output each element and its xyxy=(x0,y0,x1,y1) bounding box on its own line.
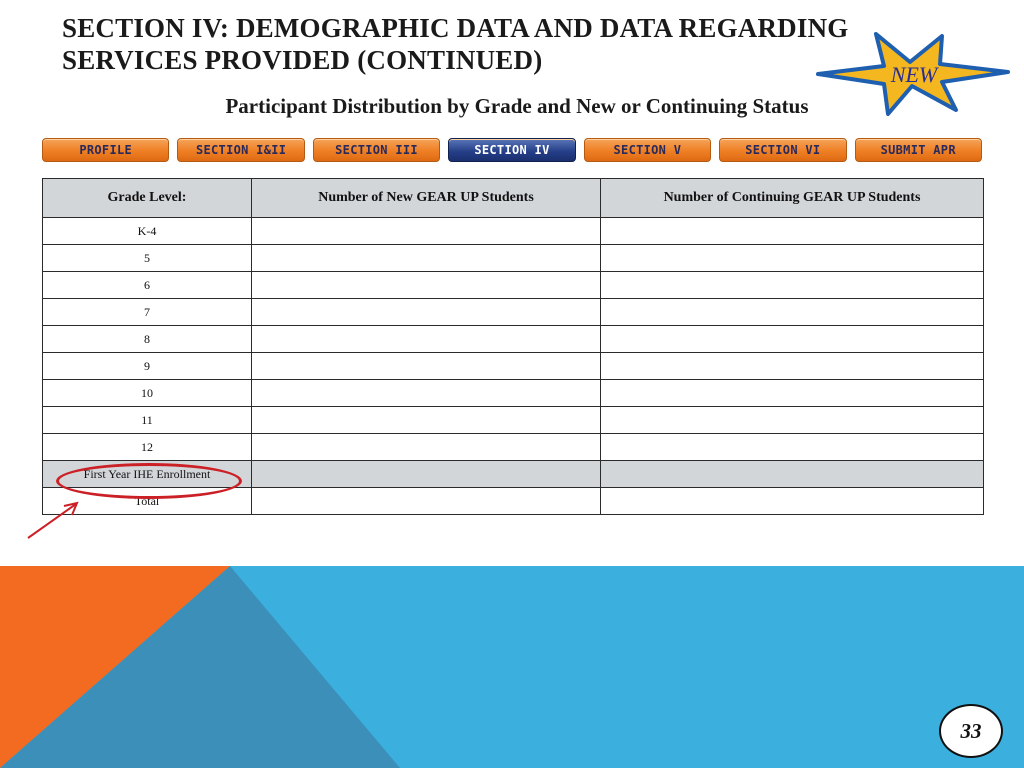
continuing-students-input-cell[interactable] xyxy=(600,352,984,380)
new-students-input-cell[interactable] xyxy=(251,325,601,353)
participant-distribution-table: Grade Level: Number of New GEAR UP Stude… xyxy=(42,178,984,515)
table-header-row: Grade Level: Number of New GEAR UP Stude… xyxy=(42,178,984,218)
continuing-students-input-cell[interactable] xyxy=(600,406,984,434)
table-row: 12 xyxy=(42,433,984,461)
continuing-students-input-cell[interactable] xyxy=(600,487,984,515)
tab-submit-apr[interactable]: SUBMIT APR xyxy=(854,138,982,162)
header-grade-level: Grade Level: xyxy=(42,178,252,218)
grade-level-cell: 9 xyxy=(42,352,252,380)
table-row: First Year IHE Enrollment xyxy=(42,460,984,488)
tab-section-vi[interactable]: SECTION VI xyxy=(719,138,847,162)
section-nav-bar: PROFILE SECTION I&II SECTION III SECTION… xyxy=(42,136,982,164)
new-students-input-cell[interactable] xyxy=(251,487,601,515)
new-students-input-cell[interactable] xyxy=(251,298,601,326)
table-row: 10 xyxy=(42,379,984,407)
header-continuing-students: Number of Continuing GEAR UP Students xyxy=(600,178,984,218)
table-row: 7 xyxy=(42,298,984,326)
table-row: K-4 xyxy=(42,217,984,245)
tab-section-iii[interactable]: SECTION III xyxy=(312,138,441,162)
table-body: K-4 5 6 7 8 9 10 11 12 First Year IHE Enrollment T… xyxy=(42,217,984,515)
new-students-input-cell[interactable] xyxy=(251,271,601,299)
grade-level-cell: 8 xyxy=(42,325,252,353)
pointer-arrow-icon xyxy=(27,501,79,539)
new-students-input-cell[interactable] xyxy=(251,433,601,461)
grade-level-cell: 6 xyxy=(42,271,252,299)
new-students-input-cell[interactable] xyxy=(251,379,601,407)
tab-profile[interactable]: PROFILE xyxy=(42,138,170,162)
table-row: 5 xyxy=(42,244,984,272)
continuing-students-input-cell[interactable] xyxy=(600,271,984,299)
header-new-students: Number of New GEAR UP Students xyxy=(251,178,601,218)
footer-decoration xyxy=(0,566,1024,768)
grade-level-cell: 5 xyxy=(42,244,252,272)
continuing-students-input-cell[interactable] xyxy=(600,379,984,407)
grade-level-cell: First Year IHE Enrollment xyxy=(42,460,252,488)
table-row: 9 xyxy=(42,352,984,380)
table-row: 8 xyxy=(42,325,984,353)
grade-level-cell: 11 xyxy=(42,406,252,434)
grade-level-cell: 7 xyxy=(42,298,252,326)
new-students-input-cell[interactable] xyxy=(251,244,601,272)
grade-level-cell: K-4 xyxy=(42,217,252,245)
grade-level-cell: 12 xyxy=(42,433,252,461)
slide-title: SECTION IV: DEMOGRAPHIC DATA AND DATA RE… xyxy=(62,13,849,75)
continuing-students-input-cell[interactable] xyxy=(600,217,984,245)
page-number: 33 xyxy=(939,704,1003,758)
new-students-input-cell[interactable] xyxy=(251,406,601,434)
grade-level-cell: 10 xyxy=(42,379,252,407)
continuing-students-input-cell[interactable] xyxy=(600,433,984,461)
continuing-students-input-cell[interactable] xyxy=(600,325,984,353)
continuing-students-input-cell[interactable] xyxy=(600,298,984,326)
continuing-students-input-cell[interactable] xyxy=(600,244,984,272)
new-students-input-cell[interactable] xyxy=(251,217,601,245)
new-badge-label: NEW xyxy=(890,62,939,87)
tab-section-v[interactable]: SECTION V xyxy=(583,138,712,162)
tab-section-i-ii[interactable]: SECTION I&II xyxy=(177,138,305,162)
table-row: Total xyxy=(42,487,984,515)
tab-section-iv[interactable]: SECTION IV xyxy=(448,138,576,162)
new-students-input-cell[interactable] xyxy=(251,460,601,488)
new-students-input-cell[interactable] xyxy=(251,352,601,380)
table-row: 11 xyxy=(42,406,984,434)
table-row: 6 xyxy=(42,271,984,299)
continuing-students-input-cell[interactable] xyxy=(600,460,984,488)
table-subtitle: Participant Distribution by Grade and Ne… xyxy=(225,94,809,118)
